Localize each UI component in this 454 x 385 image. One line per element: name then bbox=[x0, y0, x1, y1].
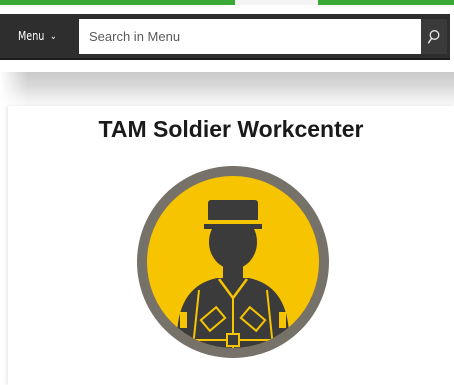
page: Menu ⌄ TAM Soldier Workcenter bbox=[0, 0, 454, 385]
menu-bar: Menu ⌄ bbox=[0, 14, 450, 60]
search-icon bbox=[427, 29, 440, 44]
top-accent-bar bbox=[0, 0, 235, 5]
search-input[interactable] bbox=[79, 19, 421, 54]
soldier-icon[interactable] bbox=[133, 162, 333, 362]
menu-button-label: Menu bbox=[18, 29, 45, 43]
top-accent-bar-right bbox=[318, 0, 454, 5]
workcenter-card[interactable]: TAM Soldier Workcenter bbox=[8, 106, 454, 385]
chevron-down-icon: ⌄ bbox=[49, 30, 57, 42]
search-button[interactable] bbox=[421, 19, 447, 54]
header-shadow bbox=[0, 72, 454, 110]
top-accent-gap bbox=[235, 0, 318, 5]
page-title: TAM Soldier Workcenter bbox=[98, 116, 364, 142]
menu-button[interactable]: Menu ⌄ bbox=[18, 23, 66, 49]
